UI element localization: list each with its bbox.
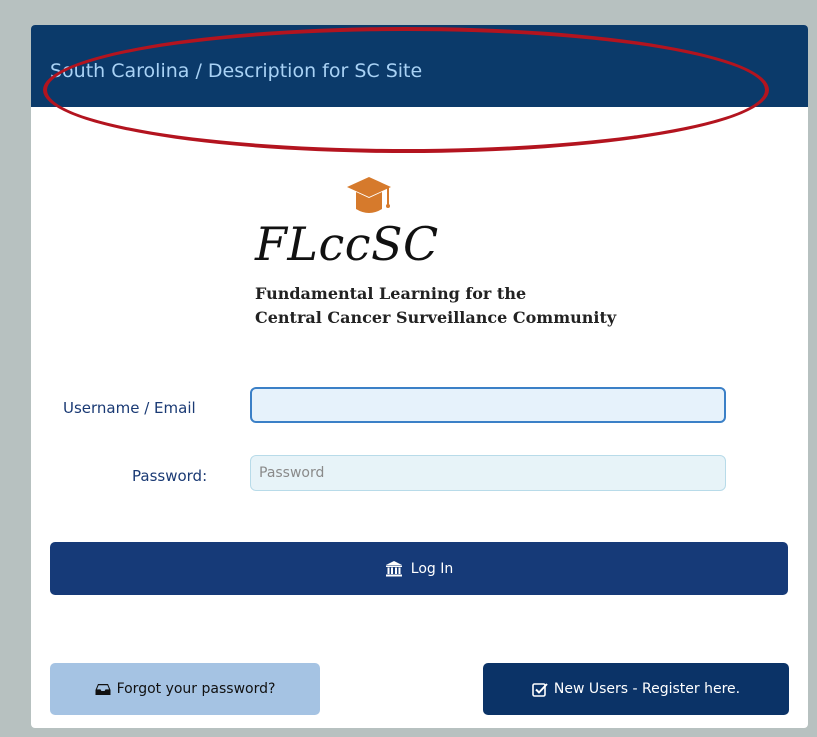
register-label: New Users - Register here. bbox=[553, 681, 741, 697]
graduation-cap-icon bbox=[347, 177, 391, 213]
login-button-label: Log In bbox=[410, 560, 454, 577]
register-button[interactable]: New Users - Register here. bbox=[483, 663, 789, 715]
password-label: Password: bbox=[132, 467, 208, 485]
flccsc-logo: FLccSC Fundamental Learning for the Cent… bbox=[255, 163, 616, 343]
logo-subtitle-line2: Central Cancer Surveillance Community bbox=[255, 308, 617, 327]
site-title: South Carolina / Description for SC Site bbox=[50, 60, 423, 82]
username-label: Username / Email bbox=[63, 399, 196, 417]
username-input[interactable] bbox=[250, 387, 726, 423]
checkbox-edit-icon bbox=[532, 683, 548, 697]
bank-icon bbox=[385, 560, 402, 576]
login-button[interactable]: Log In bbox=[50, 542, 788, 595]
forgot-password-button[interactable]: Forgot your password? bbox=[50, 663, 320, 715]
inbox-icon bbox=[95, 684, 111, 695]
panel-header: South Carolina / Description for SC Site bbox=[31, 25, 808, 107]
logo-title: FLccSC bbox=[255, 217, 439, 271]
forgot-password-label: Forgot your password? bbox=[116, 681, 276, 697]
login-panel: South Carolina / Description for SC Site… bbox=[31, 25, 808, 728]
password-input[interactable] bbox=[250, 455, 726, 491]
logo-subtitle-line1: Fundamental Learning for the bbox=[255, 284, 527, 303]
